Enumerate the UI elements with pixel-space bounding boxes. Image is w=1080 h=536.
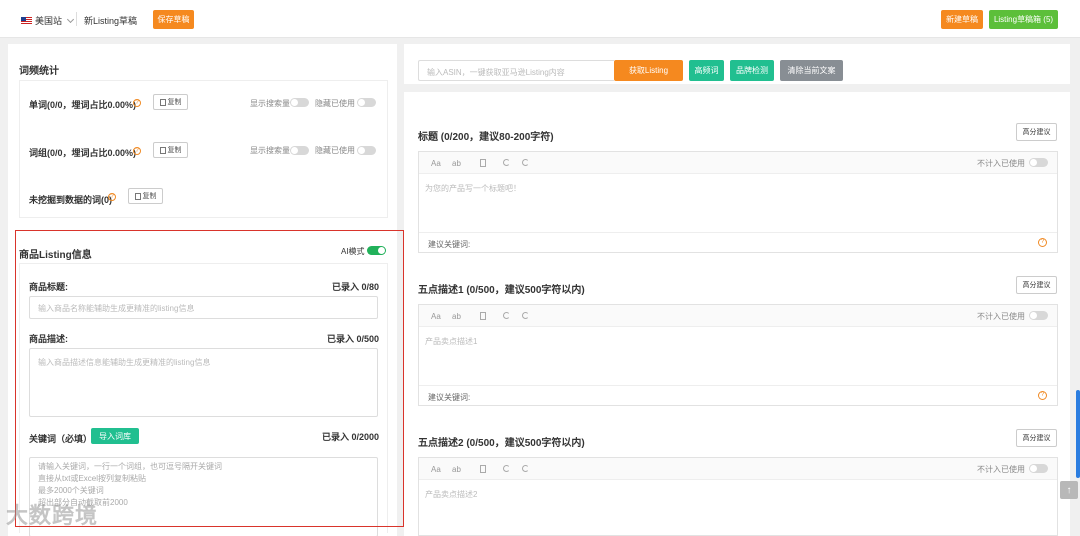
copy-label: 复制 <box>142 193 157 200</box>
undo-icon[interactable] <box>503 159 510 166</box>
lowercase-icon[interactable]: ab <box>452 159 461 168</box>
suggest-button[interactable]: 高分建议 <box>1016 276 1057 294</box>
top-bar: 美国站 新Listing草稿 保存草稿 新建草稿 Listing草稿箱 (5) <box>0 0 1080 38</box>
copy-phrase-button[interactable]: 复制 <box>153 142 188 158</box>
undo-icon[interactable] <box>503 312 510 319</box>
copy-icon <box>134 192 141 200</box>
help-icon[interactable]: ? <box>1038 391 1047 400</box>
chevron-down-icon <box>66 15 75 23</box>
show-search-label: 显示搜索量 <box>250 146 290 155</box>
bullet2-editor: Aa ab 不计入已使用 产品卖点描述2 <box>418 457 1058 536</box>
back-to-top-button[interactable]: ↑ <box>1060 481 1078 499</box>
clear-copy-button[interactable]: 清除当前文案 <box>780 60 843 81</box>
single-word-label: 单词(0/0，埋词占比0.00%) <box>29 100 137 110</box>
copy-unmined-button[interactable]: 复制 <box>128 188 163 204</box>
copy-icon <box>159 146 166 154</box>
bullet1-text-area[interactable]: 产品卖点描述1 <box>419 327 1057 385</box>
word-stats-title: 词频统计 <box>19 66 59 77</box>
not-count-toggle[interactable] <box>1029 464 1048 473</box>
side-tab[interactable] <box>1076 390 1080 478</box>
copy-icon[interactable] <box>480 159 486 167</box>
help-icon[interactable]: ? <box>1038 238 1047 247</box>
redo-icon[interactable] <box>522 159 529 166</box>
site-label: 美国站 <box>35 16 63 26</box>
help-icon[interactable]: ? <box>108 193 116 201</box>
save-draft-button[interactable]: 保存草稿 <box>153 10 194 29</box>
help-icon[interactable]: ? <box>133 99 141 107</box>
new-draft-button[interactable]: 新建草稿 <box>941 10 983 29</box>
watermark-logo: 大数跨境 <box>6 503 99 528</box>
hide-used-toggle[interactable] <box>357 98 376 107</box>
copy-label: 复制 <box>167 99 182 106</box>
editor-toolbar: Aa ab 不计入已使用 <box>419 305 1057 327</box>
asin-input[interactable]: 输入ASIN，一键获取亚马逊Listing内容 <box>418 60 614 81</box>
lowercase-icon[interactable]: ab <box>452 312 461 321</box>
not-count-toggle[interactable] <box>1029 158 1048 167</box>
hide-used-label: 隐藏已使用 <box>315 99 355 108</box>
redo-icon[interactable] <box>522 312 529 319</box>
copy-single-button[interactable]: 复制 <box>153 94 188 110</box>
editor-footer: 建议关键词: ? <box>419 385 1057 405</box>
lowercase-icon[interactable]: ab <box>452 465 461 474</box>
high-freq-button[interactable]: 高频词 <box>689 60 724 81</box>
phrase-label: 词组(0/0，埋词占比0.00%) <box>29 148 137 158</box>
not-count-label: 不计入已使用 <box>977 312 1025 321</box>
not-count-label: 不计入已使用 <box>977 465 1025 474</box>
editor-toolbar: Aa ab 不计入已使用 <box>419 152 1057 174</box>
undo-icon[interactable] <box>503 465 510 472</box>
title-editor: Aa ab 不计入已使用 为您的产品写一个标题吧！ 建议关键词: ? <box>418 151 1058 253</box>
divider <box>76 12 77 26</box>
copy-icon[interactable] <box>480 312 486 320</box>
bullet2-section-heading: 五点描述2 (0/500，建议500字符以内) <box>418 438 585 449</box>
unmined-label: 未挖掘到数据的词(0) <box>29 195 112 205</box>
uppercase-icon[interactable]: Aa <box>431 465 441 474</box>
editor-footer: 建议关键词: ? <box>419 232 1057 252</box>
suggest-button[interactable]: 高分建议 <box>1016 429 1057 447</box>
redo-icon[interactable] <box>522 465 529 472</box>
show-search-label: 显示搜索量 <box>250 99 290 108</box>
brand-check-button[interactable]: 品牌检测 <box>730 60 774 81</box>
hide-used-label: 隐藏已使用 <box>315 146 355 155</box>
not-count-toggle[interactable] <box>1029 311 1048 320</box>
draft-box-button[interactable]: Listing草稿箱 (5) <box>989 10 1058 29</box>
site-selector[interactable]: 美国站 <box>21 14 75 27</box>
uppercase-icon[interactable]: Aa <box>431 159 441 168</box>
suggest-button[interactable]: 高分建议 <box>1016 123 1057 141</box>
show-search-toggle[interactable] <box>290 146 309 155</box>
suggest-keywords-label: 建议关键词: <box>428 240 471 249</box>
copy-icon[interactable] <box>480 465 486 473</box>
help-icon[interactable]: ? <box>133 147 141 155</box>
suggest-keywords-label: 建议关键词: <box>428 393 471 402</box>
draft-name: 新Listing草稿 <box>84 16 138 26</box>
editor-toolbar: Aa ab 不计入已使用 <box>419 458 1057 480</box>
title-text-area[interactable]: 为您的产品写一个标题吧！ <box>419 174 1057 232</box>
bullet1-section-heading: 五点描述1 (0/500，建议500字符以内) <box>418 285 585 296</box>
uppercase-icon[interactable]: Aa <box>431 312 441 321</box>
hide-used-toggle[interactable] <box>357 146 376 155</box>
bullet2-text-area[interactable]: 产品卖点描述2 <box>419 480 1057 535</box>
show-search-toggle[interactable] <box>290 98 309 107</box>
fetch-listing-button[interactable]: 获取Listing <box>614 60 683 81</box>
not-count-label: 不计入已使用 <box>977 159 1025 168</box>
copy-icon <box>159 98 166 106</box>
title-section-heading: 标题 (0/200，建议80-200字符) <box>418 132 554 143</box>
bullet1-editor: Aa ab 不计入已使用 产品卖点描述1 建议关键词: ? <box>418 304 1058 406</box>
highlight-frame <box>15 230 404 527</box>
us-flag-icon <box>21 16 32 25</box>
copy-label: 复制 <box>167 147 182 154</box>
